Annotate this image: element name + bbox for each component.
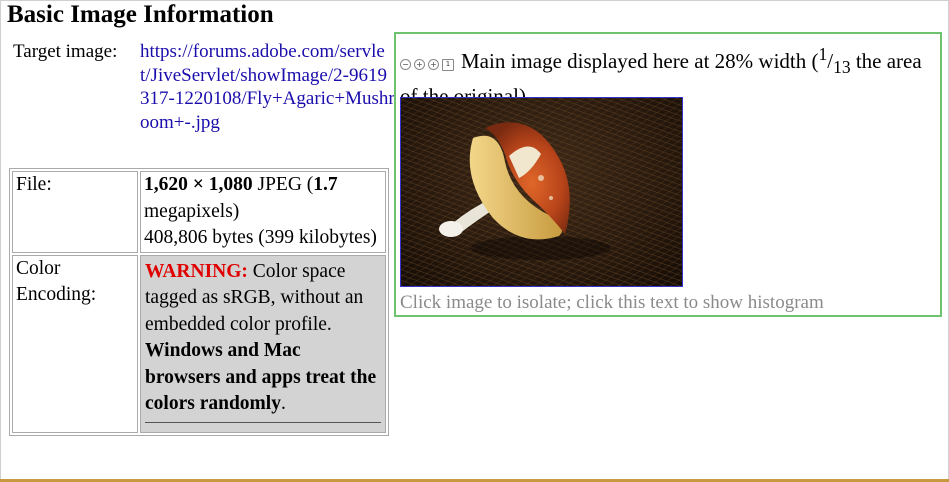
main-image-panel: − + +1 Main image displayed here at 28% wi… [394, 32, 942, 317]
file-bytes: 408,806 bytes (399 kilobytes) [144, 227, 377, 248]
warning-bold-text: Windows and Mac browsers and apps treat … [145, 340, 377, 414]
zoom-in-icon[interactable]: + [414, 59, 425, 71]
section-title: Basic Image Information [7, 1, 274, 28]
file-value: 1,620 × 1,080 JPEG (1.7 megapixels) 408,… [140, 171, 386, 253]
fraction-denominator: 13 [833, 57, 851, 78]
file-info-table: File: 1,620 × 1,080 JPEG (1.7 megapixels… [9, 168, 389, 436]
file-megapixels: 1.7 [313, 174, 338, 195]
mushroom-illustration [439, 122, 611, 260]
actual-size-icon[interactable]: 1 [442, 58, 454, 71]
warning-divider [145, 421, 381, 429]
zoom-icon-group: − + +1 [400, 49, 457, 78]
file-row: File: 1,620 × 1,080 JPEG (1.7 megapixels… [12, 171, 386, 253]
main-image[interactable] [400, 97, 683, 287]
color-encoding-warning: WARNING: Color space tagged as sRGB, wit… [140, 254, 386, 433]
file-dimensions: 1,620 × 1,080 [144, 174, 253, 195]
file-format: JPEG ( [257, 174, 314, 195]
color-encoding-row: Color Encoding: WARNING: Color space tag… [12, 254, 386, 433]
target-image-label: Target image: [13, 41, 118, 62]
zoom-in-alt-icon[interactable]: + [428, 59, 439, 71]
file-label: File: [12, 171, 138, 253]
caption-pre: Main image displayed here at 28% width ( [461, 49, 819, 73]
color-encoding-label: Color Encoding: [12, 254, 138, 433]
file-megapixels-unit: megapixels) [144, 200, 240, 222]
target-image-link[interactable]: https://forums.adobe.com/servlet/JiveSer… [140, 40, 395, 134]
warning-end: . [280, 393, 286, 414]
zoom-out-icon[interactable]: − [400, 59, 411, 71]
isolate-histogram-link[interactable]: Click image to isolate; click this text … [400, 291, 824, 315]
warning-label: WARNING: [145, 260, 248, 282]
fraction-numerator: 1 [818, 44, 828, 64]
